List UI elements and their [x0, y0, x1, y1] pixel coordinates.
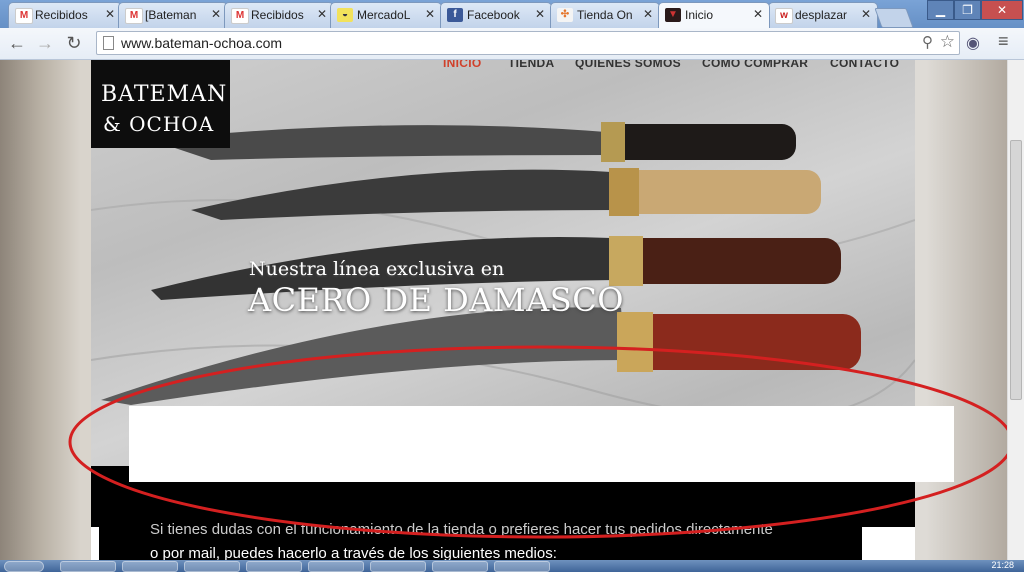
nav-como-comprar[interactable]: COMO COMPRAR	[702, 60, 808, 70]
logo-line-1: BATEMAN	[101, 82, 228, 107]
taskbar-app-red[interactable]	[308, 561, 364, 572]
minimize-button[interactable]: ▁	[927, 0, 954, 20]
close-icon[interactable]: ✕	[425, 7, 435, 21]
zoom-magnifier-icon[interactable]: ⚲	[922, 33, 933, 51]
maximize-button[interactable]: ❐	[954, 0, 981, 20]
vertical-scrollbar[interactable]	[1007, 60, 1024, 560]
nav-inicio[interactable]: INICIO	[443, 60, 481, 70]
nav-contacto[interactable]: CONTACTO	[830, 60, 899, 70]
nav-quienes-somos[interactable]: QUIENES SOMOS	[575, 60, 681, 70]
tab-bateman[interactable]: M [Bateman ✕	[118, 2, 228, 28]
address-bar[interactable]: www.bateman-ochoa.com ⚲ ☆	[96, 31, 960, 55]
taskbar-app-explorer[interactable]	[60, 561, 116, 572]
page-icon	[103, 36, 114, 50]
contact-paragraph: Si tienes dudas con el funcionamiento de…	[150, 518, 850, 560]
taskbar-app-ie[interactable]	[122, 561, 178, 572]
logo-line-2: & OCHOA	[103, 112, 215, 136]
gmail-icon: M	[231, 8, 249, 24]
taskbar-app-chrome[interactable]	[494, 561, 550, 572]
close-icon[interactable]: ✕	[643, 7, 653, 21]
hero-subtitle: Nuestra línea exclusiva en	[249, 258, 505, 280]
hero-title: ACERO DE DAMASCO	[248, 281, 624, 319]
gmail-icon: M	[15, 8, 33, 24]
contact-line-2: o por mail, puedes hacerlo a través de l…	[150, 545, 557, 560]
tab-recibidos-2[interactable]: M Recibidos ✕	[224, 2, 334, 28]
windows-taskbar: 21:28	[0, 560, 1024, 572]
tab-mercadolibre[interactable]: ◒ MercadoL ✕	[330, 2, 442, 28]
forward-arrow-icon[interactable]: →	[34, 32, 56, 54]
tab-label: [Bateman	[145, 8, 197, 22]
url-text: www.bateman-ochoa.com	[121, 35, 283, 51]
tab-inicio[interactable]: ▼ Inicio ✕	[658, 2, 770, 28]
extension-eye-icon[interactable]: ◉	[966, 33, 980, 53]
close-icon[interactable]: ✕	[317, 7, 327, 21]
gmail-icon: M	[125, 8, 143, 24]
taskbar-app-paint[interactable]	[370, 561, 426, 572]
taskbar-app-files[interactable]	[246, 561, 302, 572]
tab-tienda[interactable]: ✣ Tienda On ✕	[550, 2, 660, 28]
tab-label: Facebook	[467, 8, 520, 22]
tab-recibidos-1[interactable]: M Recibidos ✕	[8, 2, 122, 28]
footer-white-block	[862, 527, 915, 560]
mercadolibre-icon: ◒	[337, 8, 353, 22]
browser-titlebar: M Recibidos ✕ M [Bateman ✕ M Recibidos ✕…	[0, 0, 1024, 28]
scrollbar-thumb[interactable]	[1010, 140, 1022, 400]
back-arrow-icon[interactable]: ←	[6, 32, 28, 54]
close-icon[interactable]: ✕	[753, 7, 763, 21]
reload-icon[interactable]: ↻	[63, 32, 85, 54]
contact-line-1: Si tienes dudas con el funcionamiento de…	[150, 521, 773, 538]
taskbar-clock: 21:28	[991, 560, 1014, 570]
tab-label: Inicio	[685, 8, 714, 22]
tab-facebook[interactable]: f Facebook ✕	[440, 2, 552, 28]
close-window-button[interactable]: ✕	[981, 0, 1023, 20]
tab-label: Tienda On	[577, 8, 633, 22]
start-button[interactable]	[4, 561, 44, 572]
close-icon[interactable]: ✕	[105, 7, 115, 21]
bookmark-star-icon[interactable]: ☆	[940, 32, 955, 52]
close-icon[interactable]: ✕	[535, 7, 545, 21]
blank-white-box	[129, 406, 954, 482]
close-icon[interactable]: ✕	[861, 7, 871, 21]
close-icon[interactable]: ✕	[211, 7, 221, 21]
page-viewport: BATEMAN & OCHOA INICIO TIENDA QUIENES SO…	[0, 60, 1007, 560]
menu-wrench-icon[interactable]: ≡	[998, 31, 1009, 52]
tab-label: desplazar	[795, 8, 848, 22]
taskbar-app-media[interactable]	[184, 561, 240, 572]
browser-toolbar: ← → ↻ www.bateman-ochoa.com ⚲ ☆ ◉ ≡	[0, 28, 1024, 60]
tab-label: Recibidos	[251, 8, 304, 22]
site-logo[interactable]: BATEMAN & OCHOA	[91, 60, 230, 148]
joomla-icon: ✣	[557, 8, 573, 22]
nav-tienda[interactable]: TIENDA	[508, 60, 554, 70]
tab-desplazar[interactable]: w desplazar ✕	[768, 2, 878, 28]
facebook-icon: f	[447, 8, 463, 22]
tab-label: MercadoL	[357, 8, 411, 22]
new-tab-button[interactable]	[874, 8, 914, 28]
tab-label: Recibidos	[35, 8, 88, 22]
footer-white-edge	[91, 527, 99, 560]
w-icon: w	[775, 8, 793, 24]
site-icon: ▼	[665, 8, 681, 22]
taskbar-app-tools[interactable]	[432, 561, 488, 572]
